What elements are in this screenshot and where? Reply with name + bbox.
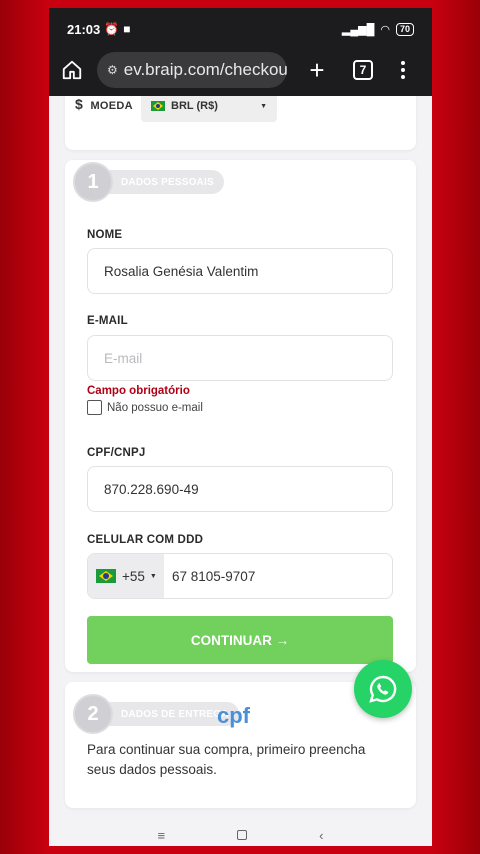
new-tab-icon[interactable]: + — [305, 57, 329, 83]
phone-screen: $ MOEDA BRL (R$) ▼ 1 DADOS PESSOAIS NOME… — [49, 8, 432, 846]
step-number: 1 — [73, 162, 113, 202]
currency-label-row: $ MOEDA — [75, 96, 133, 112]
video-icon: ■ — [123, 22, 131, 36]
currency-label: MOEDA — [90, 100, 133, 112]
back-icon[interactable]: ‹ — [319, 828, 323, 843]
caret-down-icon: ▼ — [149, 572, 157, 580]
continue-button[interactable]: CONTINUAR → — [87, 616, 393, 664]
step-title: DADOS PESSOAIS — [97, 170, 224, 194]
name-field[interactable]: Rosalia Genésia Valentim — [87, 248, 393, 294]
browser-chrome: 21:03 ⏰ ■ ▂▄▆█ ◠ 70 ⚙ ev.braip.com/check… — [49, 8, 432, 96]
personal-data-card: 1 DADOS PESSOAIS NOME Rosalia Genésia Va… — [65, 160, 416, 672]
whatsapp-button[interactable] — [354, 660, 412, 718]
home-icon[interactable] — [61, 59, 83, 81]
alarm-icon: ⏰ — [104, 22, 120, 36]
recents-icon[interactable]: ≡ — [158, 828, 166, 843]
currency-selected: BRL (R$) — [171, 100, 218, 112]
android-nav-bar: ≡ ‹ — [49, 824, 432, 846]
dollar-icon: $ — [75, 96, 84, 112]
phone-label: CELULAR COM DDD — [87, 534, 204, 546]
home-nav-icon[interactable] — [237, 830, 248, 840]
step-2-badge: 2 DADOS DE ENTREGA — [73, 694, 239, 734]
phone-field: +55 ▼ 67 8105-9707 — [87, 553, 393, 599]
overlay-caption: cpf — [217, 703, 250, 728]
whatsapp-icon — [369, 675, 397, 703]
name-label: NOME — [87, 229, 123, 241]
no-email-label: Não possuo e-mail — [107, 401, 203, 414]
step-1-badge: 1 DADOS PESSOAIS — [73, 162, 224, 202]
step-number: 2 — [73, 694, 113, 734]
brazil-flag-icon — [151, 101, 165, 111]
site-settings-icon[interactable]: ⚙ — [107, 63, 118, 77]
battery-indicator: 70 — [395, 22, 414, 36]
no-email-checkbox[interactable] — [87, 400, 102, 415]
status-time: 21:03 — [67, 21, 101, 37]
brazil-flag-icon — [96, 569, 116, 583]
wifi-icon: ◠ — [380, 23, 390, 36]
url-row: ⚙ ev.braip.com/checkou + 7 — [49, 50, 432, 90]
url-text: ev.braip.com/checkou — [123, 60, 287, 79]
more-menu-icon[interactable] — [401, 61, 405, 79]
email-error: Campo obrigatório — [87, 385, 190, 397]
phone-input[interactable]: 67 8105-9707 — [164, 569, 255, 584]
status-bar: 21:03 ⏰ ■ ▂▄▆█ ◠ 70 — [67, 20, 414, 38]
email-label: E-MAIL — [87, 315, 128, 327]
email-field[interactable]: E-mail — [87, 335, 393, 381]
url-bar[interactable]: ⚙ ev.braip.com/checkou — [97, 52, 287, 88]
signal-icon: ▂▄▆█ — [341, 23, 375, 36]
delivery-message: Para continuar sua compra, primeiro pree… — [87, 742, 366, 777]
tab-switcher-button[interactable]: 7 — [353, 60, 373, 80]
cpf-label: CPF/CNPJ — [87, 447, 146, 459]
no-email-option[interactable]: Não possuo e-mail — [87, 400, 203, 415]
caret-down-icon: ▼ — [260, 102, 267, 110]
country-code-select[interactable]: +55 ▼ — [88, 554, 164, 598]
cpf-field[interactable]: 870.228.690-49 — [87, 466, 393, 512]
country-code: +55 — [122, 568, 145, 584]
